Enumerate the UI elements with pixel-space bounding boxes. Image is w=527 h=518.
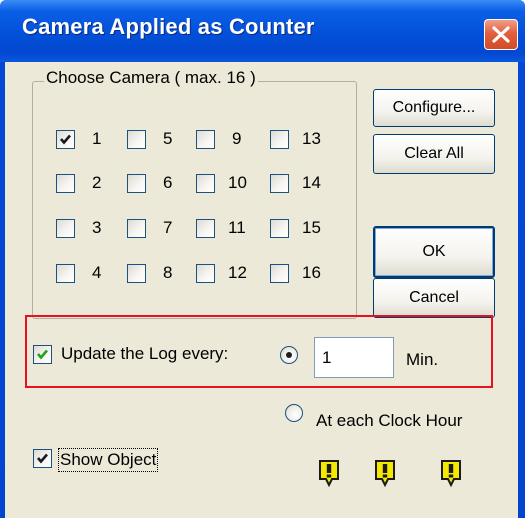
warning-icon <box>318 459 340 488</box>
window-title: Camera Applied as Counter <box>22 14 315 39</box>
camera-checkbox-15[interactable] <box>270 219 289 238</box>
checkmark-icon <box>37 453 48 464</box>
ok-button[interactable]: OK <box>373 226 495 278</box>
camera-label-13: 13 <box>302 129 321 148</box>
camera-checkbox-12[interactable] <box>196 264 215 283</box>
camera-label-10: 10 <box>228 173 247 192</box>
clock-hour-label: At each Clock Hour <box>316 411 463 430</box>
camera-checkbox-4[interactable] <box>56 264 75 283</box>
clock-hour-radio[interactable] <box>285 404 303 422</box>
camera-checkbox-1[interactable] <box>56 130 75 149</box>
camera-checkbox-11[interactable] <box>196 219 215 238</box>
camera-label-6: 6 <box>163 173 173 192</box>
camera-label-5: 5 <box>163 129 173 148</box>
camera-groupbox <box>32 81 357 319</box>
camera-label-14: 14 <box>302 173 321 192</box>
camera-group-legend: Choose Camera ( max. 16 ) <box>44 68 258 88</box>
camera-label-2: 2 <box>92 173 102 192</box>
camera-label-8: 8 <box>163 263 173 282</box>
checkmark-icon <box>60 134 71 145</box>
camera-label-12: 12 <box>228 263 247 282</box>
title-bar[interactable]: Camera Applied as Counter <box>0 0 525 62</box>
camera-checkbox-16[interactable] <box>270 264 289 283</box>
show-object-checkbox[interactable] <box>33 449 52 468</box>
camera-checkbox-10[interactable] <box>196 174 215 193</box>
camera-label-15: 15 <box>302 218 321 237</box>
camera-label-7: 7 <box>163 218 173 237</box>
update-log-checkbox[interactable] <box>33 345 52 364</box>
camera-checkbox-5[interactable] <box>127 130 146 149</box>
camera-checkbox-6[interactable] <box>127 174 146 193</box>
interval-unit-label: Min. <box>406 350 439 369</box>
close-icon <box>492 26 510 43</box>
configure-button[interactable]: Configure... <box>373 89 495 127</box>
camera-label-4: 4 <box>92 263 102 282</box>
radio-selected-dot <box>286 352 292 358</box>
clear-all-button[interactable]: Clear All <box>373 134 495 174</box>
camera-label-16: 16 <box>302 263 321 282</box>
warning-icon <box>440 459 462 488</box>
camera-checkbox-13[interactable] <box>270 130 289 149</box>
update-log-label: Update the Log every: <box>61 344 229 363</box>
camera-checkbox-8[interactable] <box>127 264 146 283</box>
interval-radio[interactable] <box>280 346 298 364</box>
camera-checkbox-2[interactable] <box>56 174 75 193</box>
camera-label-1: 1 <box>92 129 102 148</box>
camera-checkbox-14[interactable] <box>270 174 289 193</box>
camera-label-11: 11 <box>228 218 246 237</box>
show-object-label[interactable]: Show Object <box>57 448 159 472</box>
warning-icon <box>374 459 396 488</box>
camera-checkbox-9[interactable] <box>196 130 215 149</box>
camera-label-9: 9 <box>232 129 242 148</box>
close-button[interactable] <box>484 19 518 50</box>
camera-label-3: 3 <box>92 218 102 237</box>
camera-checkbox-3[interactable] <box>56 219 75 238</box>
camera-checkbox-7[interactable] <box>127 219 146 238</box>
checkmark-icon <box>37 349 48 360</box>
interval-input[interactable]: 1 <box>314 337 394 378</box>
cancel-button[interactable]: Cancel <box>373 278 495 318</box>
